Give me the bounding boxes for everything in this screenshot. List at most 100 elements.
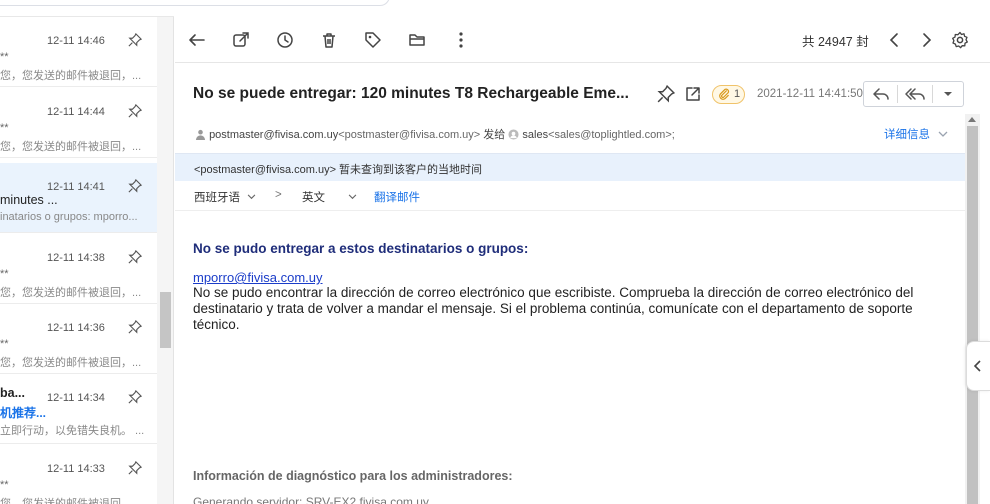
list-item-sender: **: [0, 268, 9, 280]
trash-icon[interactable]: [319, 30, 339, 50]
open-new-window-icon[interactable]: [231, 30, 251, 50]
source-language-select[interactable]: 西班牙语: [194, 189, 256, 205]
translate-button[interactable]: 翻译邮件: [374, 189, 420, 205]
list-item-preview: 立即行动，以免错失良机。 ...: [0, 425, 145, 437]
folder-icon[interactable]: [407, 30, 427, 50]
attachment-badge[interactable]: 1: [712, 85, 745, 104]
diagnostic-server: Generando servidor: SRV-EX2.fivisa.com.u…: [193, 495, 429, 504]
list-item[interactable]: 12-11 14:44 ** 您，您发送的邮件被退回，...: [0, 88, 157, 158]
list-item-time: 12-11 14:44: [47, 106, 105, 118]
list-item-preview: 您，您发送的邮件被退回，...: [0, 70, 142, 82]
reply-button[interactable]: [864, 82, 897, 106]
pin-icon[interactable]: [657, 85, 675, 103]
local-time-notice: <postmaster@fivisa.com.uy> 暂未查询到该客户的当地时间: [175, 153, 965, 181]
message-scrollbar-thumb[interactable]: [967, 126, 978, 504]
list-item-preview: 您，您发送的邮件被退回，...: [0, 498, 142, 504]
pin-icon[interactable]: [128, 33, 142, 47]
list-item-sender: **: [0, 338, 9, 350]
pin-icon[interactable]: [128, 320, 142, 334]
notice-text: <postmaster@fivisa.com.uy> 暂未查询到该客户的当地时间: [194, 164, 483, 176]
diagnostic-heading: Información de diagnóstico para los admi…: [193, 469, 513, 483]
sender-full-address: <postmaster@fivisa.com.uy>: [338, 129, 481, 141]
pin-icon[interactable]: [128, 390, 142, 404]
reply-icon: [873, 88, 889, 100]
list-item[interactable]: ba... 12-11 14:34 机推荐... 立即行动，以免错失良机。 ..…: [0, 374, 157, 444]
top-search-area: [0, 0, 990, 16]
reply-all-icon: [905, 88, 925, 100]
list-item-sender: ba...: [0, 386, 26, 400]
list-item-preview: 您，您发送的邮件被退回，...: [0, 287, 142, 299]
message-list: 12-11 14:46 ** 您，您发送的邮件被退回，... 12-11 14:…: [0, 17, 157, 504]
list-item-subject: 机推荐...: [0, 406, 47, 420]
list-item-time: 12-11 14:34: [47, 392, 105, 404]
recipient-address: <sales@toplightled.com>;: [548, 129, 675, 141]
tag-icon[interactable]: [363, 30, 383, 50]
list-item-sender: **: [0, 122, 9, 134]
person-icon: [195, 129, 206, 140]
sent-to-label: 发给: [483, 129, 506, 141]
pin-icon[interactable]: [128, 179, 142, 193]
target-language-label: 英文: [302, 192, 325, 204]
pin-icon[interactable]: [128, 104, 142, 118]
recipient-email-link[interactable]: mporro@fivisa.com.uy: [193, 270, 323, 285]
message-scrollbar[interactable]: [965, 114, 980, 504]
chevron-down-icon: [938, 131, 948, 137]
list-item-time: 12-11 14:46: [47, 35, 105, 47]
message-subject: No se puede entregar: 120 minutes T8 Rec…: [193, 85, 629, 102]
list-item-sender: **: [0, 51, 9, 63]
chevron-left-icon: [973, 360, 981, 372]
list-item-time: 12-11 14:38: [47, 252, 105, 264]
open-external-icon[interactable]: [684, 85, 702, 103]
paperclip-icon: [719, 88, 730, 100]
list-scrollbar[interactable]: [157, 17, 174, 504]
list-item[interactable]: 12-11 14:33 ** 您，您发送的邮件被退回，...: [0, 445, 157, 504]
scroll-up-arrow-icon[interactable]: [968, 117, 976, 122]
body-heading: No se pudo entregar a estos destinatario…: [193, 241, 529, 256]
pin-icon[interactable]: [128, 461, 142, 475]
sender-recipient-line: postmaster@fivisa.com.uy<postmaster@fivi…: [195, 126, 675, 142]
list-scrollbar-thumb[interactable]: [160, 292, 171, 348]
back-arrow-icon[interactable]: [187, 30, 207, 50]
prev-chevron-icon[interactable]: [885, 30, 905, 50]
more-vertical-icon[interactable]: [451, 30, 471, 50]
body-paragraph: No se pudo encontrar la dirección de cor…: [193, 285, 914, 332]
reply-all-button[interactable]: [898, 82, 932, 106]
side-panel-toggle[interactable]: [966, 341, 990, 391]
list-item-selected[interactable]: 12-11 14:41 minutes ... inatarios o grup…: [0, 163, 157, 233]
translate-bar: 西班牙语 > 英文 翻译邮件: [175, 181, 965, 211]
next-chevron-icon[interactable]: [916, 30, 936, 50]
list-item-time: 12-11 14:36: [47, 322, 105, 334]
contact-avatar-icon: [508, 129, 519, 140]
message-count: 共 24947 封: [802, 35, 869, 49]
list-item[interactable]: 12-11 14:46 ** 您，您发送的邮件被退回，...: [0, 17, 157, 87]
list-item-subject: minutes ...: [0, 193, 58, 207]
list-item-preview: 您，您发送的邮件被退回，...: [0, 141, 142, 153]
pin-icon[interactable]: [128, 250, 142, 264]
attachment-count: 1: [734, 88, 741, 100]
search-box-edge[interactable]: [0, 0, 390, 6]
details-toggle[interactable]: 详细信息: [884, 126, 948, 142]
caret-down-icon: [944, 92, 952, 96]
target-language-select[interactable]: 英文: [302, 189, 357, 205]
list-item-sender: **: [0, 479, 9, 491]
mail-app: 12-11 14:46 ** 您，您发送的邮件被退回，... 12-11 14:…: [0, 0, 990, 504]
translate-arrow: >: [275, 189, 282, 201]
chevron-down-icon: [247, 194, 256, 200]
list-item-time: 12-11 14:41: [47, 181, 105, 193]
chevron-down-icon: [348, 194, 357, 200]
list-item-time: 12-11 14:33: [47, 463, 105, 475]
message-toolbar: 共 24947 封: [175, 17, 990, 63]
list-item-preview: 您，您发送的邮件被退回，...: [0, 357, 142, 369]
list-item[interactable]: 12-11 14:38 ** 您，您发送的邮件被退回，...: [0, 234, 157, 304]
list-item-preview: inatarios o grupos: mporro...: [0, 211, 138, 223]
sender-address[interactable]: postmaster@fivisa.com.uy: [209, 129, 338, 141]
clock-icon[interactable]: [275, 30, 295, 50]
recipient-name[interactable]: sales: [522, 129, 548, 141]
details-label: 详细信息: [884, 129, 930, 141]
reply-dropdown-button[interactable]: [933, 82, 964, 106]
reply-button-group: [863, 81, 964, 107]
message-datetime: 2021-12-11 14:41:50: [757, 88, 863, 100]
source-language-label: 西班牙语: [194, 192, 240, 204]
list-item[interactable]: 12-11 14:36 ** 您，您发送的邮件被退回，...: [0, 304, 157, 374]
settings-gear-icon[interactable]: [950, 30, 970, 50]
